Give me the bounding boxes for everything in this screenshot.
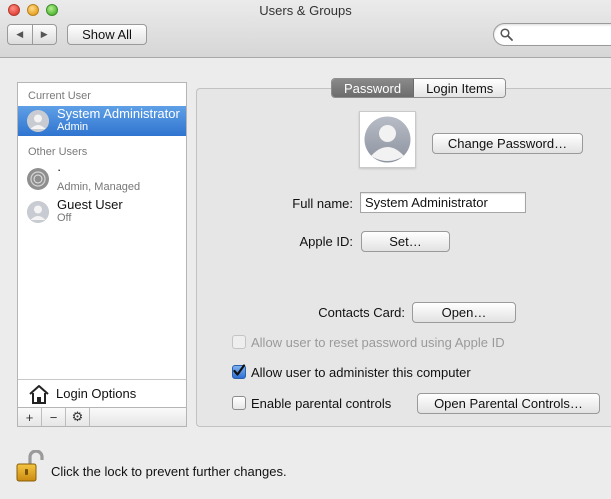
user-picture[interactable] [359,111,416,168]
user-row-system-administrator[interactable]: System Administrator Admin [18,106,186,136]
set-apple-id-button[interactable]: Set… [361,231,450,252]
show-all-button[interactable]: Show All [67,24,147,45]
parental-controls-checkbox[interactable] [232,396,246,410]
apple-id-label: Apple ID: [299,234,353,249]
forward-arrow-icon[interactable]: ▶ [33,25,57,44]
user-role: Admin, Managed [57,181,141,193]
other-users-header: Other Users [28,146,88,158]
contacts-card-label: Contacts Card: [318,305,405,320]
lock-status-text: Click the lock to prevent further change… [51,464,287,479]
login-options-label: Login Options [56,386,137,401]
search-icon [500,28,513,41]
sidebar-bottom-bar: + − ⚙ [18,407,186,426]
open-parental-controls-button[interactable]: Open Parental Controls… [417,393,600,414]
unlocked-padlock-icon [16,449,44,482]
tab-bar: Password Login Items [331,78,507,98]
window-title: Users & Groups [259,3,352,18]
lock-button[interactable] [16,449,46,487]
administer-option[interactable]: Allow user to administer this computer [232,363,471,381]
administer-checkbox[interactable] [232,364,246,379]
user-name: Guest User [57,197,123,212]
search-field[interactable] [493,23,611,46]
full-name-field[interactable]: System Administrator [360,192,526,213]
administer-label: Allow user to administer this computer [251,364,471,380]
parental-controls-option[interactable]: Enable parental controls [232,394,391,412]
user-row-guest[interactable]: Guest User Off [18,197,186,227]
tab-password[interactable]: Password [332,79,415,97]
change-password-button[interactable]: Change Password… [432,133,583,154]
current-user-header: Current User [28,90,91,102]
back-forward-buttons: ◀ ▶ [7,24,57,45]
window-titlebar: Users & Groups ◀ ▶ Show All [0,0,611,58]
user-name: · [57,162,62,177]
user-avatar-icon [27,168,49,190]
back-arrow-icon[interactable]: ◀ [8,25,33,44]
user-avatar-icon [27,201,49,223]
checkmark-icon [233,364,246,376]
user-name: System Administrator [57,106,180,121]
users-sidebar: Current User System Administrator Admin … [17,82,187,427]
user-role: Admin [57,121,89,133]
full-name-label: Full name: [292,196,353,211]
add-user-button[interactable]: + [18,408,42,426]
user-silhouette-icon [364,116,411,163]
tab-login-items[interactable]: Login Items [414,79,506,97]
contacts-open-button[interactable]: Open… [412,302,516,323]
gear-icon[interactable]: ⚙ [66,408,90,426]
reset-password-checkbox [232,335,246,349]
remove-user-button[interactable]: − [42,408,66,426]
login-options-item[interactable]: Login Options [18,379,186,407]
user-role: Off [57,212,72,224]
user-avatar-icon [27,110,49,132]
house-icon [29,385,49,404]
reset-password-label: Allow user to reset password using Apple… [251,334,505,350]
user-row-managed[interactable]: · Admin, Managed [18,162,186,194]
parental-controls-label: Enable parental controls [251,395,392,411]
reset-password-option: Allow user to reset password using Apple… [232,333,505,351]
